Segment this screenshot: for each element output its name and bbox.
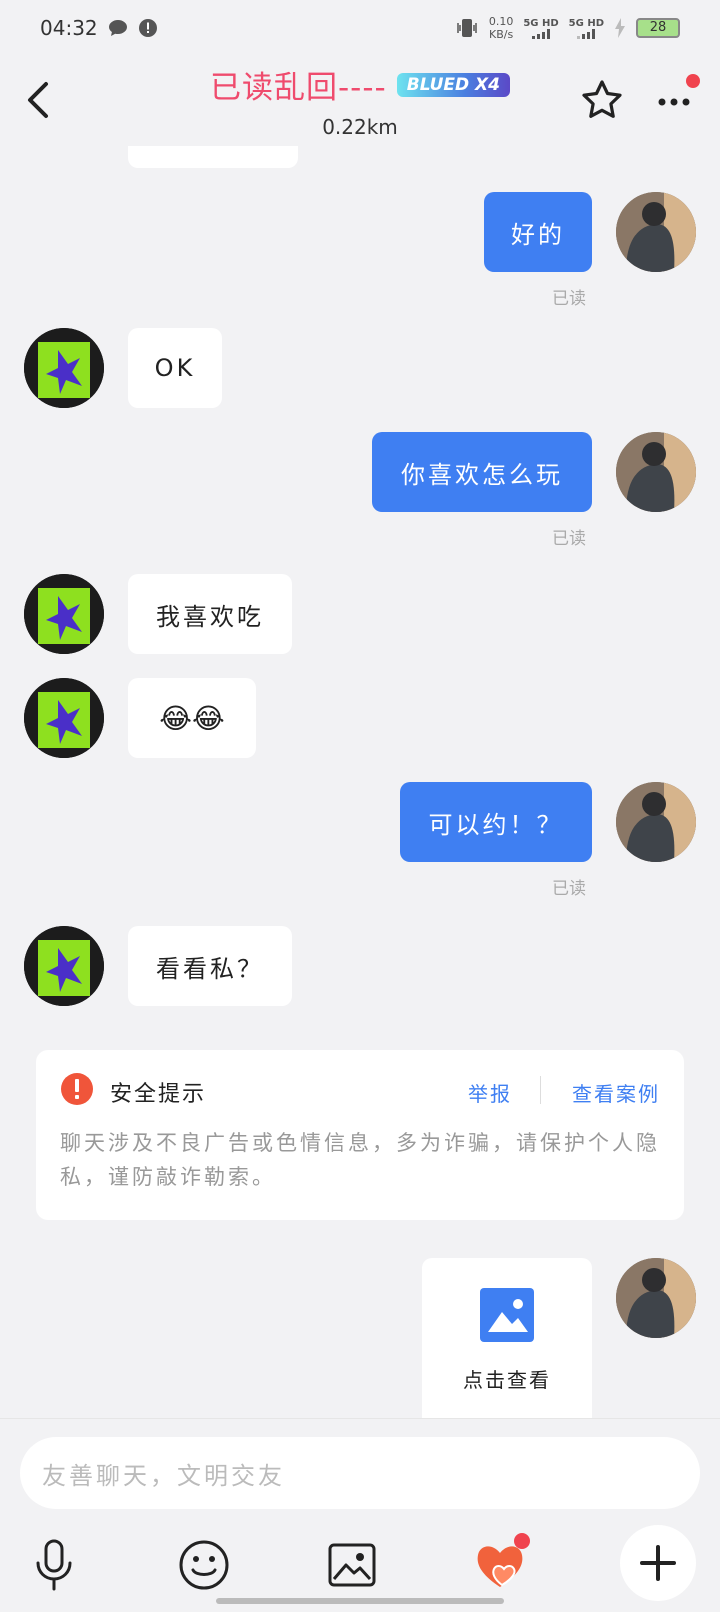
- image-icon: [328, 1543, 376, 1587]
- my-avatar[interactable]: [616, 1258, 696, 1338]
- alert-notification-icon: [138, 19, 157, 37]
- my-avatar[interactable]: [616, 782, 696, 862]
- my-avatar[interactable]: [616, 432, 696, 512]
- signal-bars-icon: [532, 28, 550, 39]
- safety-notice-title: 安全提示: [110, 1082, 207, 1107]
- vip-badge: BLUED X4: [396, 72, 510, 97]
- safety-notice-text: 聊天涉及不良广告或色情信息，多为诈骗，请保护个人隐私，谨防敲诈勒索。: [60, 1131, 660, 1189]
- avatar-photo: [24, 678, 104, 758]
- message-bubble-received[interactable]: 看看私？: [128, 926, 292, 1006]
- voice-button[interactable]: [26, 1537, 82, 1593]
- message-bubble-partial: [128, 146, 298, 168]
- my-avatar[interactable]: [616, 192, 696, 272]
- chat-header: 已读乱回---- BLUED X4 0.22km: [0, 56, 720, 146]
- avatar-photo: [616, 782, 696, 862]
- message-bubble-received[interactable]: OK: [128, 328, 222, 408]
- signal-bars-icon: [577, 28, 596, 39]
- status-time: 04:32: [40, 16, 98, 40]
- vibrate-icon: [457, 19, 477, 37]
- net-speed: 0.10 KB/s: [488, 15, 514, 41]
- read-status: 已读: [552, 289, 586, 309]
- contact-avatar[interactable]: [24, 678, 104, 758]
- more-tools-button[interactable]: [620, 1525, 696, 1601]
- message-bubble-received[interactable]: 我喜欢吃: [128, 574, 292, 654]
- avatar-photo: [616, 432, 696, 512]
- image-icon: [480, 1288, 534, 1342]
- view-cases-link[interactable]: 查看案例: [572, 1078, 660, 1107]
- message-bubble-sent[interactable]: 你喜欢怎么玩: [372, 432, 592, 512]
- read-status: 已读: [552, 879, 586, 899]
- avatar-photo: [24, 328, 104, 408]
- charging-icon: [615, 18, 625, 38]
- gift-button[interactable]: [472, 1533, 530, 1593]
- message-list[interactable]: 好的 已读 OK 你喜欢怎么玩 已读 我喜欢吃 😂😂 可以约！？ 已读 看看私？…: [0, 146, 720, 1418]
- chat-notification-icon: [108, 20, 127, 36]
- avatar-photo: [616, 192, 696, 272]
- safety-notice-card: 安全提示 举报 查看案例 聊天涉及不良广告或色情信息，多为诈骗，请保护个人隐私，…: [36, 1050, 684, 1220]
- message-bubble-sent[interactable]: 可以约！？: [400, 782, 592, 862]
- signal-sim2: 5G HD: [569, 18, 604, 39]
- message-emoji-text: 😂😂: [159, 701, 225, 735]
- signal-sim1: 5G HD: [523, 18, 559, 39]
- follow-button[interactable]: [580, 78, 624, 122]
- photo-button[interactable]: [324, 1537, 380, 1593]
- home-indicator[interactable]: [216, 1598, 504, 1604]
- battery-indicator: 28: [636, 18, 680, 38]
- emoji-icon: [179, 1540, 229, 1590]
- message-bubble-received[interactable]: 😂😂: [128, 678, 256, 758]
- report-link[interactable]: 举报: [468, 1078, 512, 1107]
- message-input[interactable]: 友善聊天，文明交友: [20, 1437, 700, 1509]
- contact-name[interactable]: 已读乱回----: [210, 62, 387, 107]
- contact-avatar[interactable]: [24, 574, 104, 654]
- notification-dot: [686, 74, 700, 88]
- more-options-button[interactable]: [656, 74, 702, 118]
- emoji-button[interactable]: [176, 1537, 232, 1593]
- message-bubble-sent[interactable]: 好的: [484, 192, 592, 272]
- divider: [540, 1076, 541, 1104]
- contact-avatar[interactable]: [24, 328, 104, 408]
- microphone-icon: [36, 1539, 72, 1591]
- avatar-photo: [616, 1258, 696, 1338]
- image-message-label: 点击查看: [463, 1368, 551, 1392]
- notification-dot: [514, 1533, 530, 1549]
- status-bar: 04:32 0.10 KB/s 5G HD 5G HD 28: [0, 0, 720, 56]
- contact-avatar[interactable]: [24, 926, 104, 1006]
- composer: 友善聊天，文明交友: [0, 1418, 720, 1612]
- image-message-card[interactable]: 点击查看: [422, 1258, 592, 1418]
- read-status: 已读: [552, 529, 586, 549]
- plus-icon: [640, 1545, 676, 1581]
- warning-icon: [61, 1073, 93, 1105]
- avatar-photo: [24, 926, 104, 1006]
- avatar-photo: [24, 574, 104, 654]
- star-icon: [582, 80, 622, 118]
